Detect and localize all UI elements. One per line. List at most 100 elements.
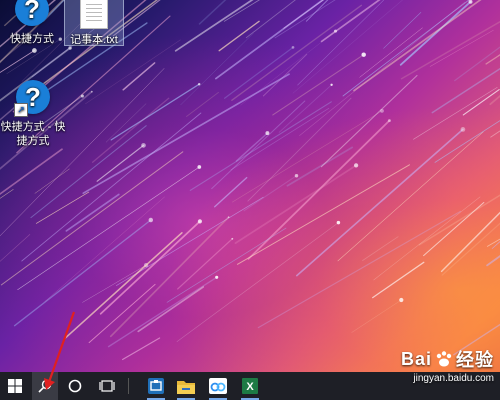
wallpaper-streak — [215, 0, 325, 80]
wallpaper-streak — [237, 164, 410, 265]
wallpaper-streak — [198, 0, 227, 25]
wallpaper-sparkle — [197, 219, 202, 224]
wallpaper-sparkle — [294, 173, 299, 178]
taskbar-app-screenpresso[interactable] — [143, 372, 169, 400]
wallpaper-sparkle — [197, 165, 202, 169]
desktop-icon-shortcut-shortcut[interactable]: ? ↗ 快捷方式 - 快捷方式 — [0, 80, 66, 148]
desktop-icon-notepad-txt[interactable]: 记事本.txt — [64, 0, 124, 46]
wallpaper-streak — [211, 100, 306, 190]
wallpaper-streak — [189, 101, 332, 191]
wallpaper-streak — [441, 222, 500, 276]
wallpaper-streak — [17, 166, 200, 291]
wallpaper-streak — [65, 193, 120, 232]
wallpaper-streak — [413, 87, 498, 140]
wallpaper-streak — [320, 0, 381, 43]
wallpaper-streak — [109, 216, 230, 338]
wallpaper-streak — [82, 264, 147, 303]
wallpaper-streak — [453, 323, 500, 356]
start-button[interactable] — [0, 372, 30, 400]
wallpaper-streak — [351, 299, 402, 333]
wallpaper-streak — [91, 97, 170, 163]
wallpaper-sparkle — [231, 237, 234, 240]
wallpaper-streak — [174, 0, 254, 52]
watermark-url: jingyan.baidu.com — [413, 373, 494, 384]
task-view-button[interactable] — [94, 372, 120, 400]
wallpaper-streak — [399, 0, 472, 66]
excel-icon: X — [242, 378, 258, 394]
wallpaper-sparkle — [227, 216, 230, 219]
wallpaper-sparkle — [336, 220, 341, 225]
taskbar-app-excel[interactable]: X — [237, 372, 263, 400]
wallpaper-streak — [137, 286, 205, 333]
wallpaper-streak — [122, 337, 161, 361]
question-mark-icon: ? — [15, 0, 49, 26]
folder-icon — [177, 380, 195, 394]
desktop-icon-label: 记事本.txt — [70, 34, 118, 46]
wallpaper-streak — [400, 20, 500, 80]
wallpaper-streak — [110, 83, 200, 141]
svg-text:X: X — [246, 381, 254, 393]
wallpaper-streak — [166, 227, 287, 303]
wallpaper-streak — [295, 128, 464, 277]
search-icon — [38, 379, 52, 393]
wallpaper-streak — [230, 107, 330, 171]
wallpaper-streak — [223, 46, 294, 99]
wallpaper-sparkle — [361, 52, 366, 57]
windows-logo-icon — [8, 379, 22, 393]
wallpaper-sparkle — [148, 217, 154, 223]
wallpaper-sparkle — [197, 82, 201, 86]
watermark-jingyan-text: 经验 — [456, 350, 494, 370]
wallpaper-streak — [243, 175, 298, 212]
cortana-circle-icon — [68, 379, 82, 393]
wallpaper-sparkle — [141, 143, 146, 148]
wallpaper-streak — [292, 0, 403, 94]
wallpaper-streak — [353, 0, 482, 92]
wallpaper-streak — [186, 91, 219, 117]
screenpresso-icon — [148, 378, 164, 394]
wallpaper-sparkle — [291, 46, 295, 49]
wallpaper-streak — [0, 189, 14, 199]
desktop-icon-shortcut[interactable]: ? 快捷方式 — [4, 0, 60, 46]
search-button[interactable] — [32, 372, 58, 400]
wallpaper-sparkle — [460, 127, 466, 132]
wallpaper-streak — [305, 0, 329, 22]
wallpaper-streak — [320, 74, 418, 168]
wallpaper-streak — [372, 261, 425, 299]
wallpaper-streak — [429, 29, 494, 67]
wallpaper-streak — [44, 196, 165, 302]
desktop-icon-label: 快捷方式 — [10, 33, 54, 45]
wallpaper-streak — [489, 94, 500, 106]
wallpaper-streak — [485, 54, 500, 65]
baidu-jingyan-watermark: Bai 经验 jingyan.baidu.com — [400, 346, 494, 385]
wallpaper-streak — [418, 194, 500, 246]
desktop-wallpaper: ? 快捷方式 记事本.txt ? ↗ 快捷方式 - 快捷方式 — [0, 0, 500, 372]
paw-icon — [436, 351, 452, 367]
watermark-bai-text: Bai — [400, 348, 432, 369]
wallpaper-streak — [231, 110, 383, 203]
cortana-button[interactable] — [62, 372, 88, 400]
text-file-icon — [80, 0, 108, 29]
cloud-icon — [209, 378, 227, 394]
wallpaper-streak — [214, 176, 248, 208]
wallpaper-sparkle — [387, 119, 391, 123]
wallpaper-sparkle — [90, 90, 93, 93]
desktop-icon-label: 快捷方式 - 快捷方式 — [0, 121, 66, 147]
question-mark-icon: ? ↗ — [14, 80, 50, 117]
wallpaper-streak — [122, 62, 156, 91]
wallpaper-streak — [337, 131, 484, 262]
wallpaper-streak — [177, 238, 233, 290]
wallpaper-streak — [373, 196, 481, 281]
wallpaper-streak — [35, 191, 90, 224]
wallpaper-sparkle — [265, 131, 270, 136]
wallpaper-sparkle — [399, 297, 404, 303]
taskbar-app-baidu-netdisk[interactable] — [205, 372, 231, 400]
shortcut-arrow-icon: ↗ — [14, 103, 28, 117]
taskbar-app-file-explorer[interactable] — [173, 372, 199, 400]
wallpaper-streak — [0, 234, 31, 262]
wallpaper-streak — [272, 54, 365, 116]
wallpaper-streak — [13, 219, 152, 327]
taskbar-divider — [128, 378, 129, 394]
wallpaper-sparkle — [353, 163, 359, 168]
wallpaper-streak — [176, 222, 339, 342]
wallpaper-sparkle — [330, 83, 333, 86]
